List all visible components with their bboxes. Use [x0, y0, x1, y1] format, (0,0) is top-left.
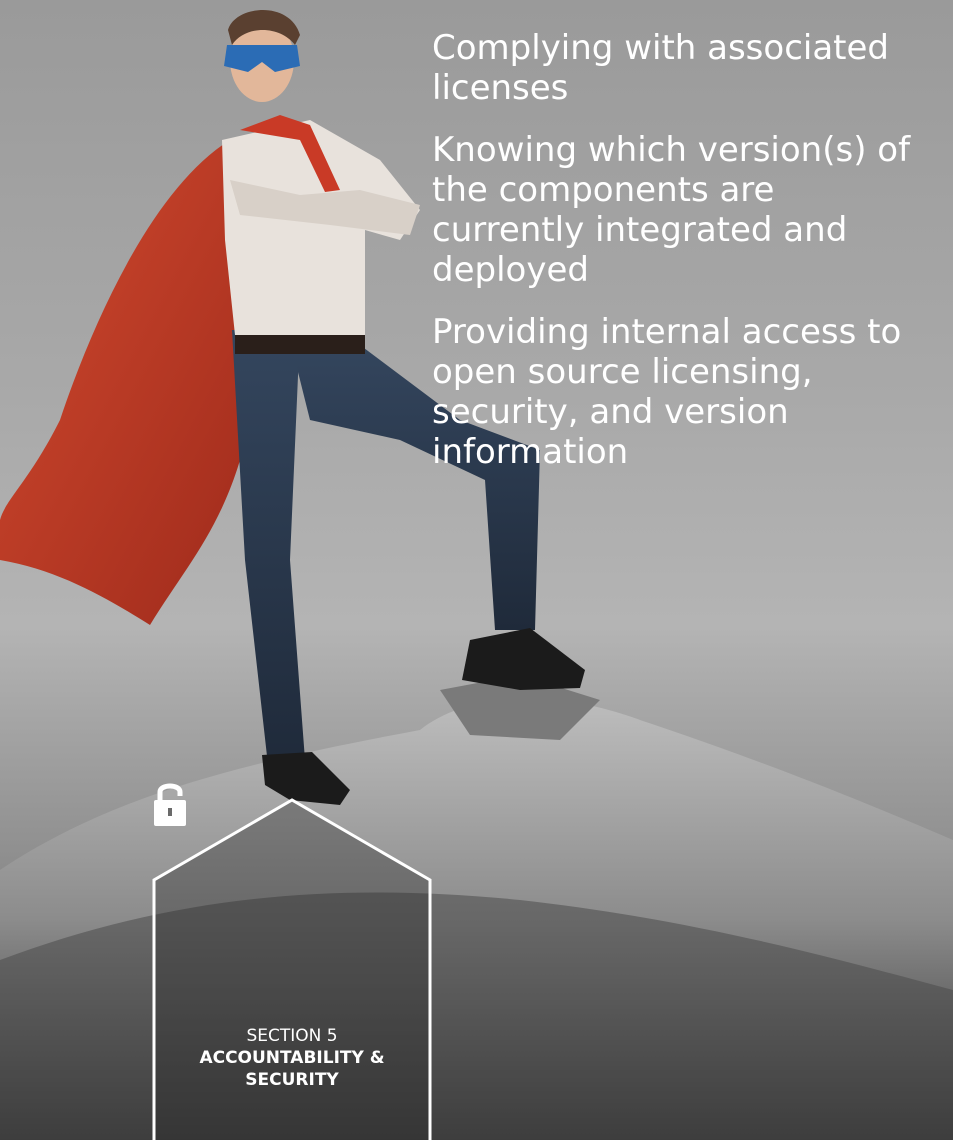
section-title-continued: SECURITY [245, 1070, 339, 1090]
section-label: SECTION 5 [246, 1026, 338, 1046]
bullet-list: Complying with associated licenses Knowi… [432, 28, 937, 494]
section-title: ACCOUNTABILITY & [199, 1048, 385, 1068]
bullet-item: Providing internal access to open source… [432, 312, 902, 472]
badge-caption: SECTION 5 ACCOUNTABILITY & SECURITY [152, 1025, 432, 1091]
bullet-item: Complying with associated licenses [432, 28, 890, 108]
padlock-icon [154, 783, 186, 826]
section-badge: SECTION 5 ACCOUNTABILITY & SECURITY [152, 780, 432, 1140]
red-cape [0, 140, 257, 625]
bullet-item: Knowing which version(s) of the componen… [432, 130, 911, 290]
